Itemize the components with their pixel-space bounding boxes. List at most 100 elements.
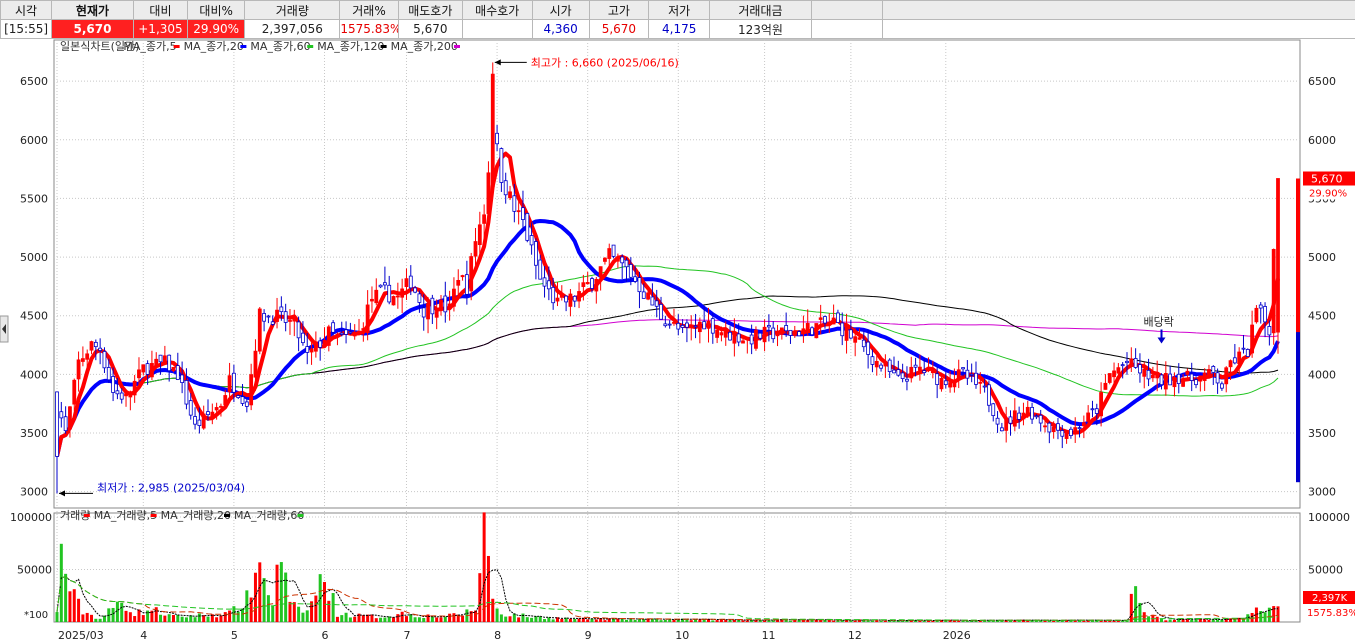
volume-bar: [392, 617, 396, 622]
volume-bar: [672, 619, 676, 622]
header-current-price: 현재가: [51, 0, 134, 20]
candle-body: [383, 282, 387, 286]
volume-bar: [728, 620, 732, 622]
candle-body: [1008, 416, 1013, 424]
volume-bar: [404, 616, 408, 622]
candle-body: [1224, 367, 1229, 385]
candle-body: [525, 213, 530, 241]
candle-body: [641, 291, 646, 299]
current-price-tag-text: 5,670: [1311, 173, 1343, 186]
candle-body: [1232, 357, 1237, 364]
candle-body: [715, 329, 720, 338]
stock-chart[interactable]: 2025/03 4 5 6 7 8 9 10 11 12 2026 3000 3000 3500 3500 4…: [0, 38, 1355, 643]
legend-label: MA_종가,5: [123, 40, 176, 53]
x-tick-label: 9: [585, 629, 592, 642]
low-value: 4,175: [648, 19, 711, 39]
volume-bar: [961, 620, 965, 622]
quote-value-row: [15:55] 5,670 +1,305 29.90% 2,397,056 15…: [0, 19, 1355, 39]
x-tick-label: 5: [231, 629, 238, 642]
x-tick-label: 4: [140, 629, 147, 642]
volume-bar: [508, 616, 512, 622]
moving-averages: [55, 151, 1280, 457]
candle-body: [404, 278, 409, 287]
volume-bar: [637, 619, 641, 622]
change-pct-value: 29.90%: [187, 19, 246, 39]
low-annotation: 최저가 : 2,985 (2025/03/04): [97, 481, 245, 494]
volume-bar: [965, 621, 969, 622]
candle-body: [516, 210, 521, 213]
high-arrow-head: [494, 59, 501, 66]
candle-body: [1043, 425, 1047, 428]
candle-body: [913, 364, 918, 368]
candle-body: [745, 336, 750, 340]
candle-body: [1133, 358, 1138, 368]
legend-label: MA_거래량,20: [161, 509, 231, 522]
candle-body: [1077, 427, 1082, 430]
volume-bar: [530, 617, 534, 622]
candle-body: [689, 324, 694, 327]
volume-pct-tag-text: 1575.83%: [1307, 608, 1355, 619]
candle-body: [1090, 408, 1095, 411]
candle-body: [318, 340, 323, 348]
candle-body: [961, 367, 965, 370]
price-tick-label-right: 3500: [1308, 427, 1336, 440]
candle-body: [956, 369, 961, 380]
candle-body: [1241, 347, 1246, 350]
candle-body: [999, 427, 1004, 432]
candle-body: [909, 366, 914, 379]
volume-bar: [568, 618, 572, 622]
volume-bar: [870, 620, 874, 622]
candle-body: [499, 148, 504, 183]
volume-bar: [262, 578, 266, 622]
volume-bar: [879, 620, 883, 622]
candle-body: [568, 293, 573, 307]
price-tick-label-left: 6000: [20, 134, 48, 147]
volume-bar: [486, 555, 490, 622]
candle-body: [1099, 392, 1104, 417]
open-value: 4,360: [531, 19, 590, 39]
volume-bar: [745, 620, 749, 622]
volume-bar: [521, 613, 525, 622]
volume-bar: [1009, 620, 1013, 622]
candle-body: [339, 332, 344, 335]
candle-body: [154, 358, 159, 368]
right-markers: 5,670 29.90% 2,397K 1575.83%: [1296, 171, 1355, 619]
volume-bar: [551, 619, 555, 622]
volume-bar: [883, 620, 887, 622]
volume-bar: [340, 615, 344, 622]
candle-body: [611, 244, 616, 257]
volume-bar: [348, 617, 352, 622]
x-tick-label: 12: [848, 629, 862, 642]
candle-body: [439, 299, 443, 309]
candle-body: [1215, 372, 1220, 384]
candle-body: [823, 316, 827, 324]
volume-ma20-line: [56, 576, 1279, 621]
candle-body: [447, 303, 452, 309]
header-blank-2: [882, 0, 1355, 20]
candle-body: [792, 331, 797, 336]
volume-bar: [85, 612, 89, 622]
volume-bar: [141, 615, 145, 622]
candle-body: [477, 224, 482, 246]
volume-bar: [322, 582, 326, 622]
candle-body: [827, 321, 832, 324]
volume-bar: [133, 616, 137, 622]
candle-body: [948, 382, 952, 388]
candle-body: [1172, 378, 1177, 388]
candle-body: [1060, 430, 1065, 437]
candle-body: [508, 191, 512, 199]
candle-body: [779, 327, 784, 335]
volume-bar: [331, 593, 335, 622]
volume-bar: [698, 619, 702, 622]
x-tick-label: 2026: [943, 629, 971, 642]
volume-bar: [77, 598, 81, 622]
volume-bar: [512, 613, 516, 622]
candle-body: [607, 248, 612, 259]
volume-bar: [297, 606, 301, 622]
dividend-label: 배당락: [1144, 315, 1174, 328]
candle-body: [197, 419, 202, 426]
header-change: 대비: [132, 0, 189, 20]
legend-swatch: [150, 514, 157, 517]
volume-bar: [301, 612, 305, 622]
candle-body: [995, 417, 1000, 425]
